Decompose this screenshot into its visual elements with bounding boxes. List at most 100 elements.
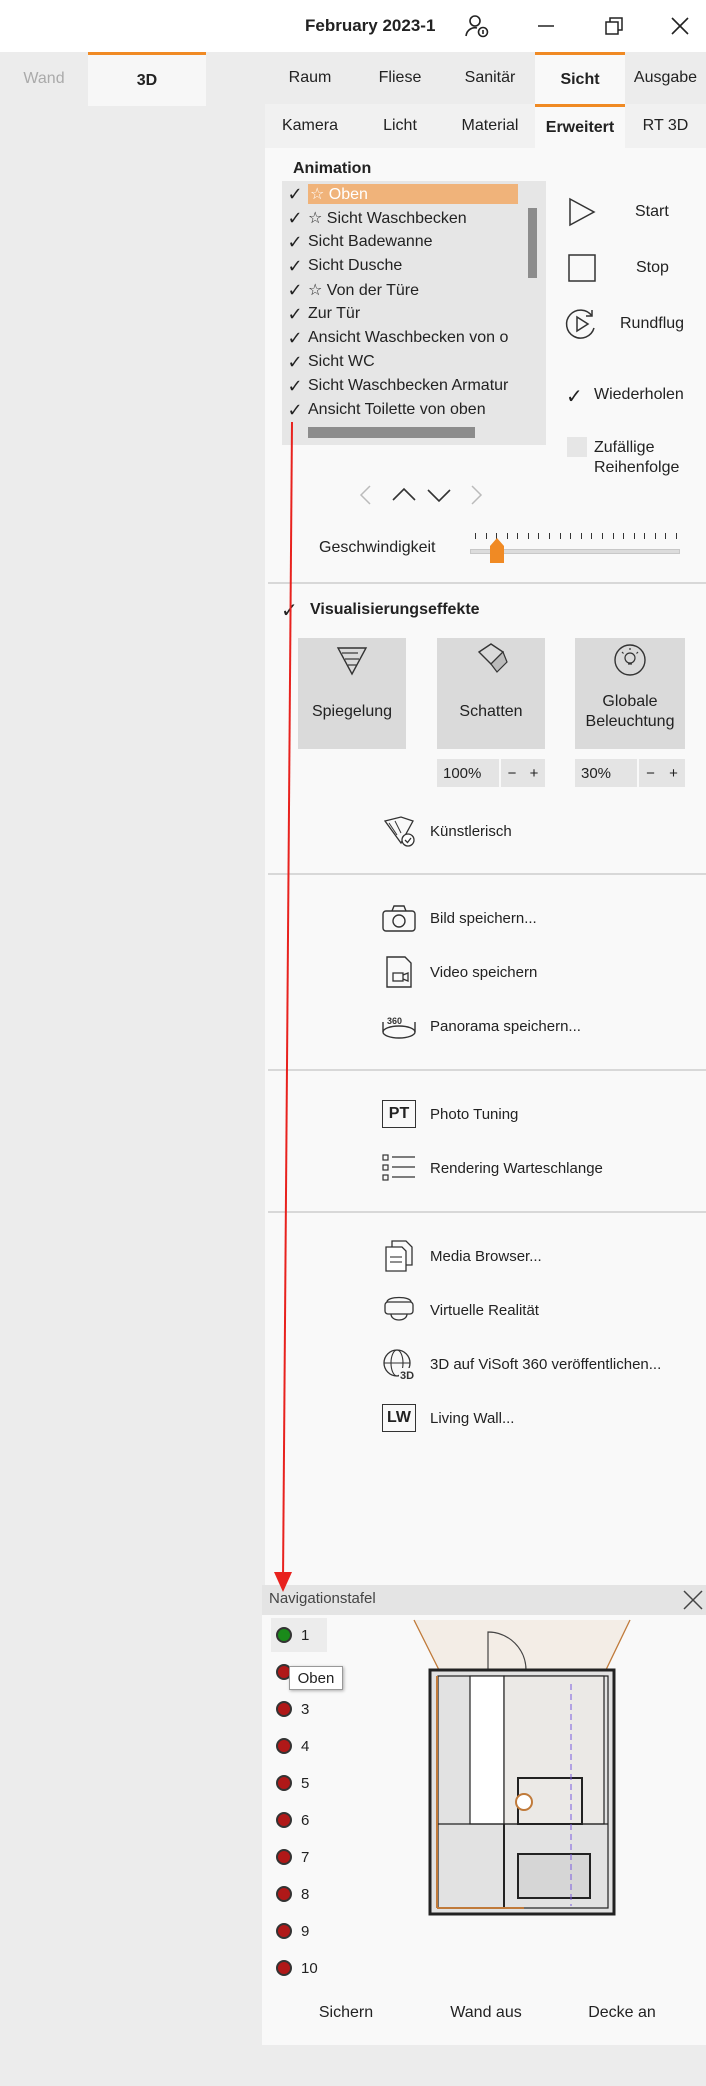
random-order-label-1[interactable]: Zufällige <box>594 439 654 457</box>
tab-material[interactable]: Material <box>445 104 535 148</box>
chevron-up-icon <box>392 487 416 501</box>
random-order-label-2[interactable]: Reihenfolge <box>594 459 679 477</box>
move-up-button[interactable] <box>390 483 418 512</box>
artistic-button[interactable]: Künstlerisch <box>378 811 512 851</box>
stop-label[interactable]: Stop <box>636 259 669 277</box>
start-button[interactable] <box>566 196 598 233</box>
minimize-button[interactable] <box>526 10 566 42</box>
living-wall-button[interactable]: LW Living Wall... <box>378 1398 514 1438</box>
list-item[interactable]: ✓ Sicht Badewanne <box>282 230 522 254</box>
viewport-area[interactable] <box>0 52 265 2086</box>
random-order-checkbox[interactable] <box>567 437 587 457</box>
tab-licht[interactable]: Licht <box>355 104 445 148</box>
increment-button[interactable]: + <box>669 765 678 782</box>
gi-percent-field[interactable]: 30% <box>575 759 637 787</box>
checkmark-icon[interactable]: ✓ <box>282 184 308 205</box>
slider-tick <box>517 533 519 539</box>
save-panorama-button[interactable]: 360 Panorama speichern... <box>378 1006 581 1046</box>
list-item[interactable]: ✓ Sicht Dusche <box>282 254 522 278</box>
checkmark-icon[interactable]: ✓ <box>282 208 308 229</box>
close-button[interactable] <box>660 10 700 42</box>
virtual-reality-button[interactable]: Virtuelle Realität <box>378 1290 539 1330</box>
list-vertical-scrollbar[interactable] <box>528 208 537 278</box>
tab-erweitert[interactable]: Erweitert <box>535 104 625 148</box>
list-item[interactable]: ✓ Ansicht Toilette von oben <box>282 398 522 422</box>
decrement-button[interactable]: − <box>646 765 655 782</box>
media-browser-button[interactable]: Media Browser... <box>378 1236 542 1276</box>
repeat-label[interactable]: Wiederholen <box>594 386 684 404</box>
rendering-queue-button[interactable]: Rendering Warteschlange <box>378 1148 603 1188</box>
speed-slider-thumb[interactable] <box>489 536 505 564</box>
list-horizontal-scrollbar[interactable] <box>308 427 475 438</box>
reflection-button[interactable]: Spiegelung <box>298 638 406 749</box>
nav-slot-10[interactable]: 10 <box>276 1953 318 1983</box>
shadow-percent-field[interactable]: 100% <box>437 759 499 787</box>
view-tab-3d[interactable]: 3D <box>88 52 206 106</box>
global-illumination-button[interactable]: Globale Beleuchtung <box>575 638 685 749</box>
previous-button[interactable] <box>356 483 376 512</box>
next-button[interactable] <box>466 483 486 512</box>
list-item[interactable]: ✓ Zur Tür <box>282 302 522 326</box>
list-item[interactable]: ✓ Sicht Waschbecken Armatur <box>282 374 522 398</box>
increment-button[interactable]: + <box>530 765 539 782</box>
list-item[interactable]: ✓ Ansicht Waschbecken von o <box>282 326 522 350</box>
pt-badge: PT <box>382 1100 416 1128</box>
tab-rt3d[interactable]: RT 3D <box>625 104 706 148</box>
checkmark-icon[interactable]: ✓ <box>282 328 308 349</box>
tab-kamera[interactable]: Kamera <box>265 104 355 148</box>
decrement-button[interactable]: − <box>508 765 517 782</box>
ceiling-on-button[interactable]: Decke an <box>576 1998 668 2028</box>
checkmark-icon[interactable]: ✓ <box>282 304 308 325</box>
publish-visoft360-button[interactable]: 3D 3D auf ViSoft 360 veröffentlichen... <box>378 1344 661 1384</box>
save-image-label: Bild speichern... <box>430 909 537 927</box>
start-label[interactable]: Start <box>635 203 669 221</box>
wall-off-button[interactable]: Wand aus <box>436 1998 536 2028</box>
nav-slot-8[interactable]: 8 <box>276 1879 309 1909</box>
nav-slot-6[interactable]: 6 <box>276 1805 309 1835</box>
list-item[interactable]: ✓ ☆ Oben <box>282 182 522 206</box>
loop-label[interactable]: Rundflug <box>620 315 684 333</box>
animation-list[interactable]: ✓ ☆ Oben ✓ ☆ Sicht Waschbecken ✓ Sicht Bade… <box>282 181 546 445</box>
nav-slot-5[interactable]: 5 <box>276 1768 309 1798</box>
tab-ausgabe[interactable]: Ausgabe <box>625 52 706 104</box>
list-item[interactable]: ✓ ☆ Von der Türe <box>282 278 522 302</box>
nav-slot-9[interactable]: 9 <box>276 1916 309 1946</box>
divider <box>268 582 706 584</box>
stop-button[interactable] <box>566 252 598 289</box>
user-settings-button[interactable] <box>458 10 498 42</box>
nav-slot-4[interactable]: 4 <box>276 1731 309 1761</box>
shadow-button[interactable]: Schatten <box>437 638 545 749</box>
repeat-checkbox[interactable]: ✓ <box>566 384 583 409</box>
checkmark-icon[interactable]: ✓ <box>282 256 308 277</box>
save-video-button[interactable]: Video speichern <box>378 952 537 992</box>
floor-plan[interactable] <box>400 1618 640 1938</box>
nav-slot-3[interactable]: 3 <box>276 1694 309 1724</box>
video-file-icon <box>378 954 420 990</box>
restore-button[interactable] <box>594 10 634 42</box>
save-image-button[interactable]: Bild speichern... <box>378 898 537 938</box>
checkmark-icon[interactable]: ✓ <box>282 280 308 301</box>
checkmark-icon[interactable]: ✓ <box>282 376 308 397</box>
move-down-button[interactable] <box>425 483 453 512</box>
checkmark-icon[interactable]: ✓ <box>282 400 308 421</box>
navigation-panel-close-button[interactable] <box>682 1589 704 1616</box>
tab-sicht[interactable]: Sicht <box>535 52 625 104</box>
slider-tick <box>591 533 593 539</box>
photo-tuning-button[interactable]: PT Photo Tuning <box>378 1094 518 1134</box>
save-view-button[interactable]: Sichern <box>298 1998 394 2028</box>
list-item[interactable]: ✓ Sicht WC <box>282 350 522 374</box>
nav-slot-7[interactable]: 7 <box>276 1842 309 1872</box>
camera-icon <box>378 900 420 936</box>
slider-tick <box>475 533 476 539</box>
chevron-left-icon <box>359 485 371 505</box>
tab-sanitaer[interactable]: Sanitär <box>445 52 535 104</box>
list-item[interactable]: ✓ ☆ Sicht Waschbecken <box>282 206 522 230</box>
close-icon <box>683 1590 703 1610</box>
view-tab-wand[interactable]: Wand <box>0 52 88 106</box>
checkmark-icon[interactable]: ✓ <box>282 232 308 253</box>
tab-raum[interactable]: Raum <box>265 52 355 104</box>
checkmark-icon[interactable]: ✓ <box>282 352 308 373</box>
nav-slot-1[interactable]: 1 <box>276 1620 309 1650</box>
tab-fliese[interactable]: Fliese <box>355 52 445 104</box>
loop-button[interactable] <box>563 306 599 347</box>
